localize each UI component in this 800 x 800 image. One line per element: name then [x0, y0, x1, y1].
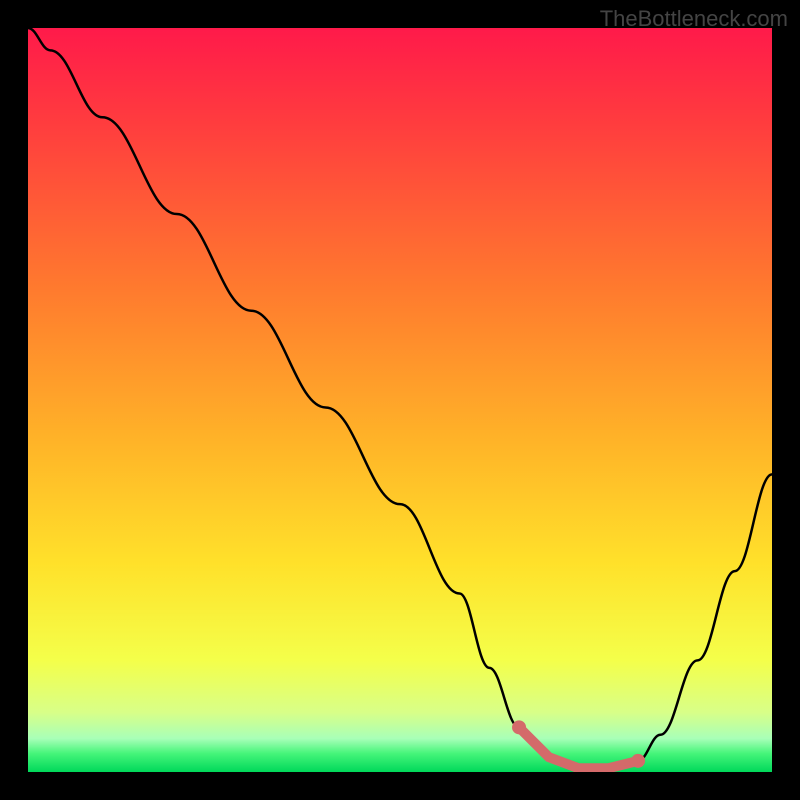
- highlight-dot-end: [631, 754, 645, 768]
- highlight-dot-start: [512, 720, 526, 734]
- chart-container: TheBottleneck.com: [0, 0, 800, 800]
- bottleneck-chart: [28, 28, 772, 772]
- watermark-text: TheBottleneck.com: [600, 6, 788, 32]
- gradient-background: [28, 28, 772, 772]
